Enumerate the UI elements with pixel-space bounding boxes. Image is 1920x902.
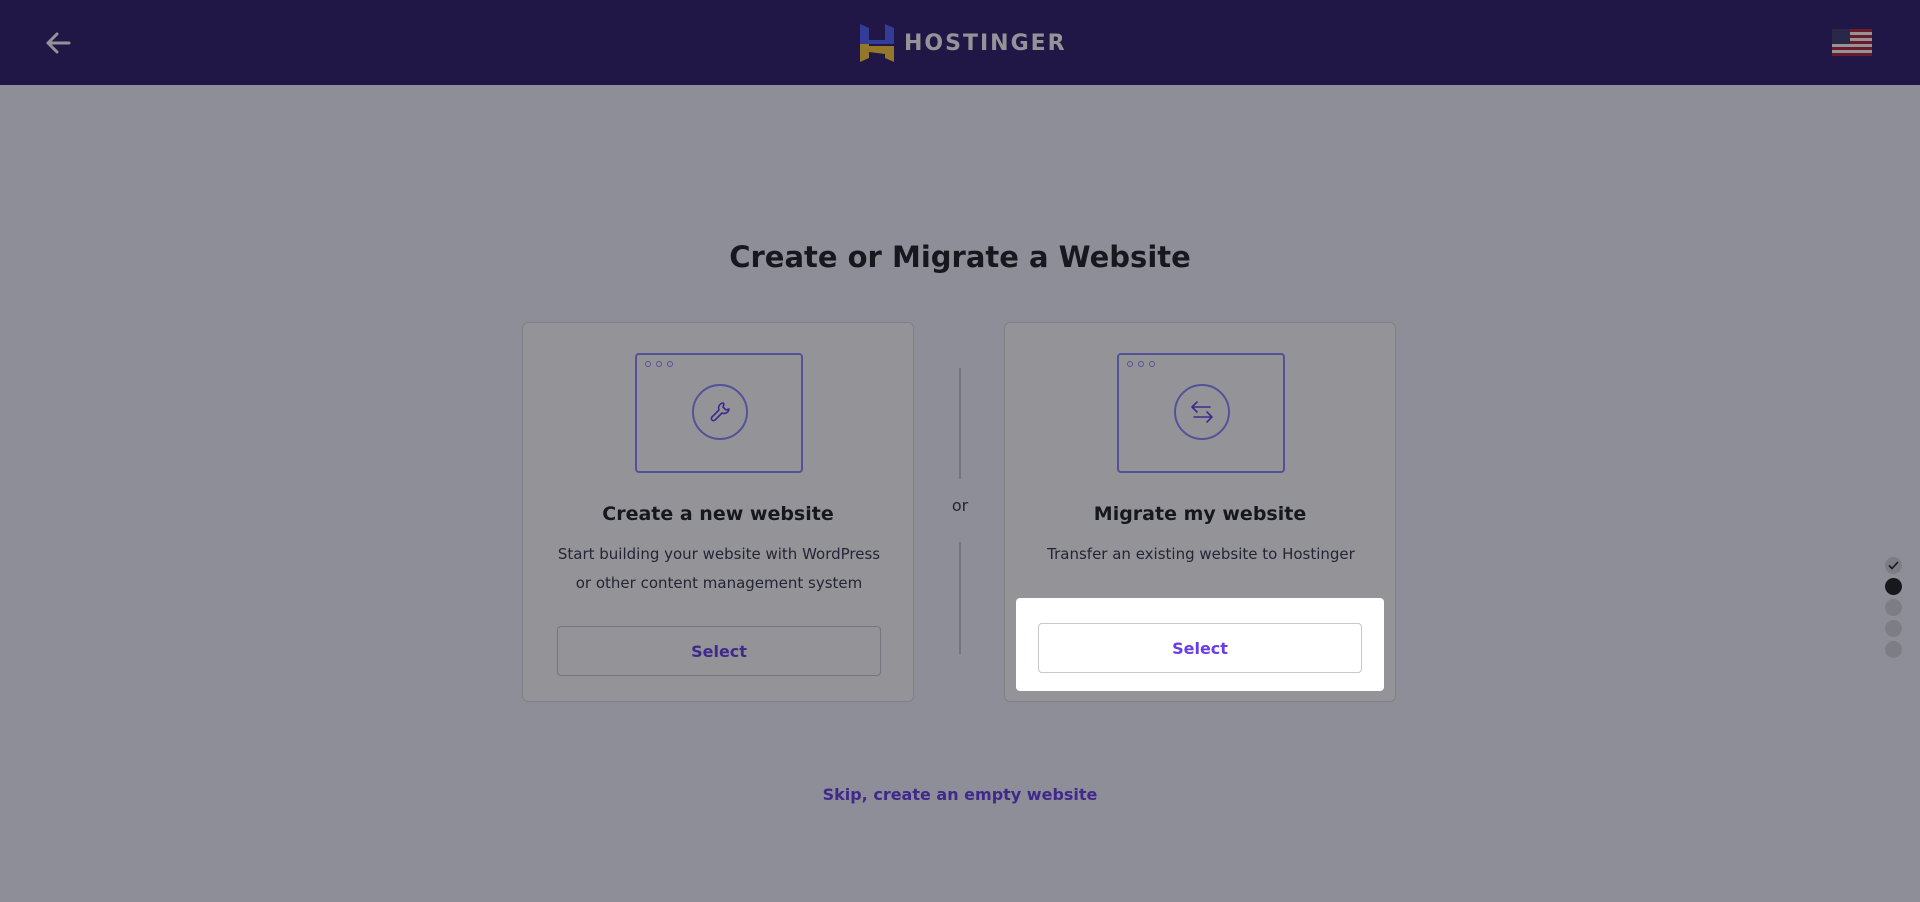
- card-title: Create a new website: [602, 503, 834, 525]
- window-dot: [1127, 361, 1133, 367]
- window-dots: [1127, 361, 1155, 367]
- progress-step: [1885, 599, 1902, 616]
- card-description: Start building your website with WordPre…: [557, 545, 881, 592]
- window-dots: [645, 361, 673, 367]
- logo-text: HOSTINGER: [904, 30, 1067, 56]
- hostinger-logo[interactable]: HOSTINGER: [860, 24, 1067, 62]
- highlighted-select-area: Select: [1016, 598, 1384, 691]
- window-dot: [667, 361, 673, 367]
- card-title: Migrate my website: [1093, 503, 1307, 525]
- back-button[interactable]: [40, 26, 76, 60]
- transfer-arrows-icon: [1191, 401, 1213, 423]
- arrow-left-icon: [46, 32, 71, 54]
- window-dot: [1149, 361, 1155, 367]
- progress-steps: [1885, 557, 1902, 658]
- icon-circle: [1174, 384, 1230, 440]
- progress-step-current: [1885, 578, 1902, 595]
- separator-line-top: [959, 368, 961, 479]
- main-content: Create or Migrate a Website Create a new…: [0, 85, 1920, 902]
- progress-step-completed: [1885, 557, 1902, 574]
- create-website-card: Create a new website Start building your…: [522, 322, 914, 702]
- window-dot: [1138, 361, 1144, 367]
- card-description: Transfer an existing website to Hostinge…: [1047, 545, 1355, 563]
- skip-empty-website-link[interactable]: Skip, create an empty website: [0, 785, 1920, 804]
- separator-line-bottom: [959, 542, 961, 654]
- icon-circle: [692, 384, 748, 440]
- select-create-button[interactable]: Select: [557, 626, 881, 676]
- language-selector[interactable]: [1832, 29, 1872, 56]
- progress-step: [1885, 641, 1902, 658]
- progress-step: [1885, 620, 1902, 637]
- page-title: Create or Migrate a Website: [729, 240, 1191, 274]
- select-migrate-button[interactable]: Select: [1038, 623, 1362, 673]
- window-dot: [656, 361, 662, 367]
- check-icon: [1888, 561, 1899, 570]
- top-bar: HOSTINGER: [0, 0, 1920, 85]
- hostinger-logo-icon: [860, 24, 894, 62]
- separator-or: or: [951, 496, 969, 515]
- us-flag-icon: [1832, 29, 1872, 56]
- browser-illustration: [1117, 353, 1285, 473]
- window-dot: [645, 361, 651, 367]
- browser-illustration: [635, 353, 803, 473]
- wrench-icon: [710, 402, 730, 422]
